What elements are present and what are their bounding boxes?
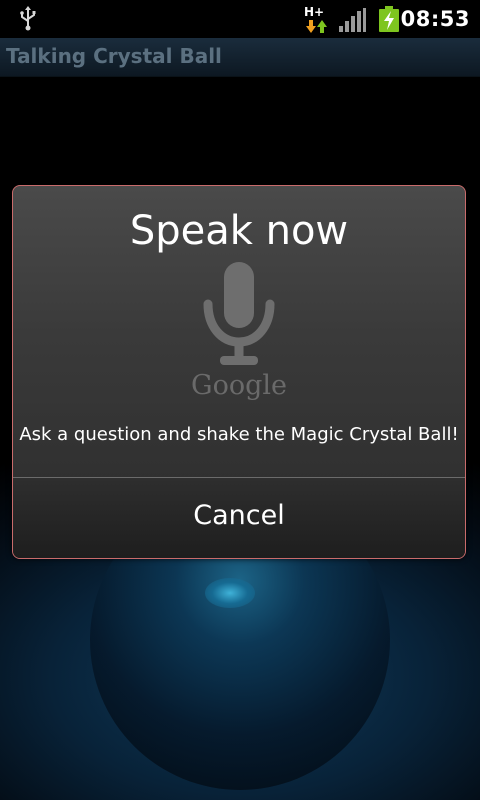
network-type-label: H+ bbox=[304, 5, 325, 19]
app-title: Talking Crystal Ball bbox=[6, 44, 222, 68]
speech-input-dialog: Speak now Google Ask a question and shak… bbox=[12, 185, 466, 559]
app-title-bar: Talking Crystal Ball bbox=[0, 38, 480, 77]
microphone-icon bbox=[203, 262, 275, 365]
status-bar: H+ 08:53 bbox=[0, 0, 480, 38]
battery-charging-icon bbox=[379, 6, 399, 32]
status-clock: 08:53 bbox=[400, 7, 470, 31]
screen: H+ 08:53 Talking Crystal Ball Speak now bbox=[0, 0, 480, 800]
cancel-button[interactable]: Cancel bbox=[13, 478, 465, 558]
signal-strength-icon bbox=[339, 8, 366, 32]
dialog-prompt: Ask a question and shake the Magic Cryst… bbox=[19, 424, 459, 445]
usb-icon bbox=[20, 6, 36, 31]
dialog-title: Speak now bbox=[129, 208, 349, 254]
crystal-ball-glow bbox=[205, 578, 255, 608]
cancel-button-label: Cancel bbox=[193, 500, 285, 531]
google-logo: Google bbox=[191, 370, 287, 401]
data-activity-icon: H+ bbox=[304, 5, 328, 33]
up-down-arrows-icon bbox=[306, 20, 327, 33]
